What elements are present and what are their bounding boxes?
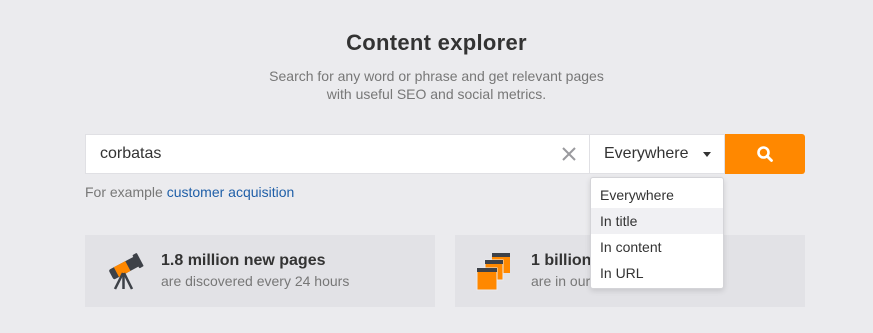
subtitle-line-2: with useful SEO and social metrics. <box>326 86 547 102</box>
dropdown-option-in-title[interactable]: In title <box>591 208 723 234</box>
card-title: 1.8 million new pages <box>161 252 326 269</box>
subtitle-line-1: Search for any word or phrase and get re… <box>269 68 604 84</box>
search-scope-value: Everywhere <box>604 145 689 162</box>
example-prefix: For example <box>85 184 163 200</box>
pages-stack-icon <box>473 249 517 293</box>
stat-card-new-pages: 1.8 million new pages are discovered eve… <box>85 235 435 307</box>
dropdown-option-everywhere[interactable]: Everywhere <box>591 182 723 208</box>
card-subtitle: are in our <box>531 273 591 289</box>
card-subtitle: are discovered every 24 hours <box>161 273 350 289</box>
page-subtitle: Search for any word or phrase and get re… <box>0 67 873 103</box>
content-explorer-page: Content explorer Search for any word or … <box>0 0 873 333</box>
search-button[interactable] <box>725 134 805 174</box>
telescope-icon <box>103 249 147 293</box>
search-example: For example customer acquisition <box>85 184 294 200</box>
search-icon <box>757 146 773 162</box>
search-input-wrapper <box>85 134 589 174</box>
search-input[interactable] <box>86 135 589 173</box>
close-icon[interactable] <box>559 144 579 164</box>
card-title: 1 billion <box>531 252 592 269</box>
search-scope-select[interactable]: Everywhere <box>589 134 725 174</box>
example-link[interactable]: customer acquisition <box>167 184 295 200</box>
dropdown-option-in-content[interactable]: In content <box>591 234 723 260</box>
search-bar: Everywhere <box>85 134 805 174</box>
caret-down-icon <box>703 152 711 157</box>
dropdown-option-in-url[interactable]: In URL <box>591 260 723 286</box>
page-title: Content explorer <box>346 30 527 55</box>
search-scope-dropdown: Everywhere In title In content In URL <box>590 177 724 289</box>
